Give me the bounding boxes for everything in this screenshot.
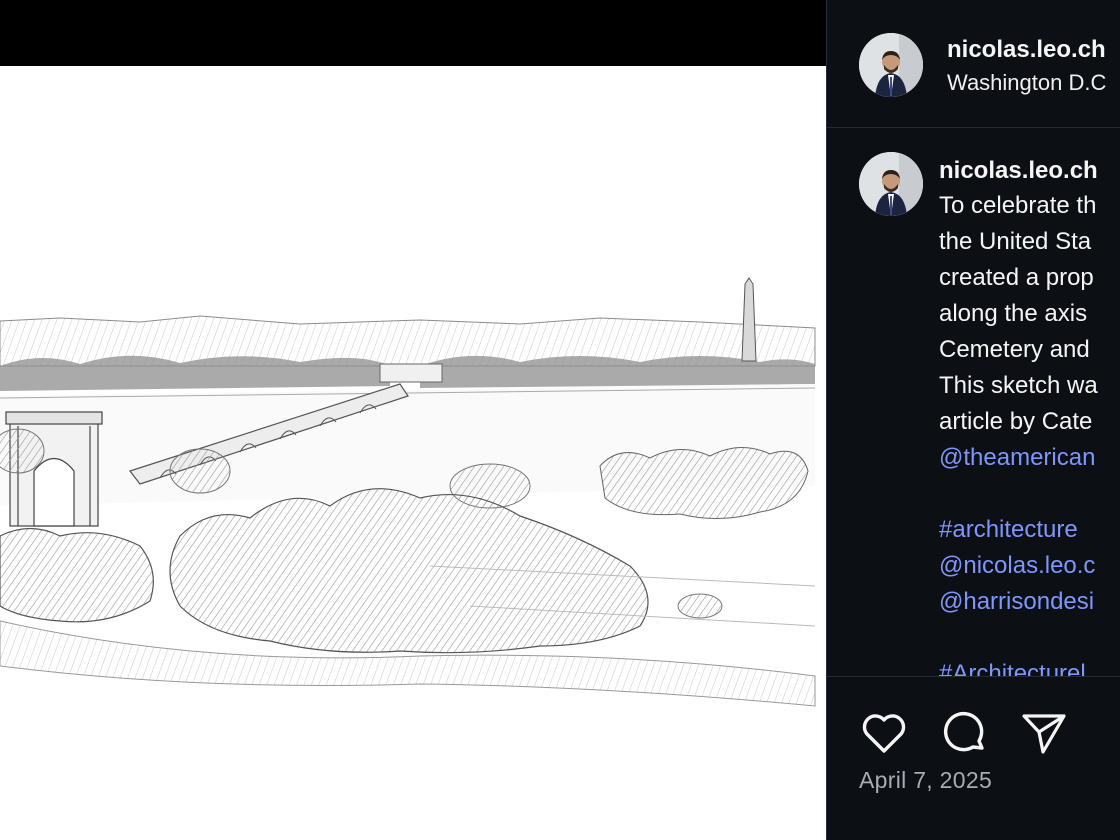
hashtag-link[interactable]: #Architecturel [939,656,1120,676]
post-location[interactable]: Washington D.C [947,70,1106,96]
caption-area[interactable]: nicolas.leo.ch To celebrate th the Unite… [827,128,1120,676]
post-header: nicolas.leo.ch Washington D.C [827,0,1120,128]
caption-username[interactable]: nicolas.leo.ch [939,157,1098,185]
caption-line: created a prop [939,264,1094,291]
comment-icon[interactable] [939,708,989,758]
post-author-username[interactable]: nicolas.leo.ch [947,36,1106,64]
post-image[interactable] [0,66,826,840]
paper-plane-icon[interactable] [1019,708,1069,758]
mention-link[interactable]: @nicolas.leo.c [939,548,1120,584]
caption-line: along the axis [939,300,1088,327]
post-date: April 7, 2025 [859,767,993,793]
caption-line: To celebrate th [939,192,1097,219]
caption-avatar[interactable] [859,152,923,216]
post-image-pane [0,0,826,840]
caption-line: Cemetery and [939,336,1090,363]
caption-line: the United Sta [939,228,1092,255]
hashtag-link[interactable]: #architecture [939,512,1120,548]
avatar[interactable] [859,33,923,97]
mention-link[interactable]: @harrisondesi [939,584,1120,620]
post-sidebar: nicolas.leo.ch Washington D.C nicolas.le… [827,0,1120,840]
caption-text: To celebrate th the United Sta created a… [939,188,1120,676]
mention-link[interactable]: @theamerican [939,440,1120,476]
caption-line: article by Cate [939,408,1093,435]
architectural-sketch-drawing [0,277,816,707]
post-actions: April 7, 2025 [827,676,1120,840]
heart-icon[interactable] [859,708,909,758]
caption-line: This sketch wa [939,372,1098,399]
